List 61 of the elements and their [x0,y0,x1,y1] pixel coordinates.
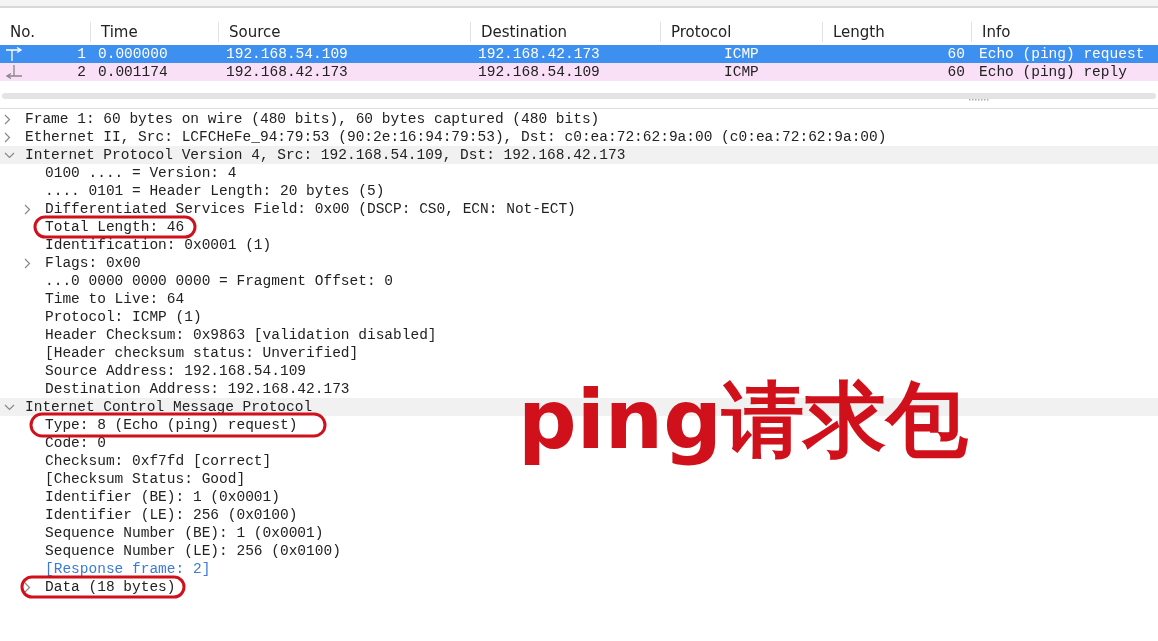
column-header[interactable]: Protocol [660,21,822,42]
detail-line: Ethernet II, Src: LCFCHeFe_94:79:53 (90:2e:16:94:79:53), Dst: c0:ea:72:62:9a:00 (c0:ea:72:62:9a:00) [25,130,887,144]
splitter-handle-icon[interactable] [969,99,989,102]
column-header[interactable]: Destination [470,21,660,42]
detail-line: Data (18 bytes) [45,580,176,594]
table-cell-text: 192.168.42.173 [225,63,349,81]
table-cell: 2 [77,64,86,80]
detail-line: Sequence Number (LE): 256 (0x0100) [45,544,341,558]
detail-line: Header Checksum: 0x9863 [validation disabled] [45,328,437,342]
chevron-down-icon[interactable] [4,151,15,159]
detail-line: Type: 8 (Echo (ping) request) [45,418,298,432]
request-arrow-icon [4,47,24,61]
detail-line: Flags: 0x00 [45,256,141,270]
packet-row[interactable]: 2 0.001174 192.168.42.173 192.168.54.109 ICMP 60 Echo (ping) reply [0,63,1158,81]
detail-line: [Header checksum status: Unverified] [45,346,359,360]
detail-line: Frame 1: 60 bytes on wire (480 bits), 60 bytes captured (480 bits) [25,112,600,126]
annotation-text: ping请求包 [518,371,968,469]
detail-line: Differentiated Services Field: 0x00 (DSCP: CS0, ECN: Not-ECT) [45,202,576,216]
table-cell-text: ICMP [723,45,760,63]
detail-line: Destination Address: 192.168.42.173 [45,382,350,396]
table-cell-text: 192.168.42.173 [477,45,601,63]
detail-line: Sequence Number (BE): 1 (0x0001) [45,526,324,540]
table-cell-text: 0.001174 [97,63,169,81]
chevron-right-icon[interactable] [4,113,11,125]
table-cell-text: 60 [946,45,966,63]
response-frame-link[interactable]: [Response frame: 2] [45,560,211,578]
table-cell-text: 192.168.54.109 [225,45,349,63]
column-header[interactable]: Source [218,21,470,42]
detail-line: Identification: 0x0001 (1) [45,238,272,252]
detail-line: 0100 .... = Version: 4 [45,166,237,180]
detail-line: Code: 0 [45,436,106,450]
detail-line: ...0 0000 0000 0000 = Fragment Offset: 0 [45,274,394,288]
table-cell-text: 60 [946,63,966,81]
table-cell-text: Echo (ping) request [978,45,1146,63]
detail-line: Internet Protocol Version 4, Src: 192.168.54.109, Dst: 192.168.42.173 [25,148,626,162]
detail-line: Total Length: 46 [45,220,185,234]
detail-line: Identifier (BE): 1 (0x0001) [45,490,280,504]
column-header[interactable]: Info [971,21,1158,42]
table-cell-text: 192.168.54.109 [477,63,601,81]
scrollbar[interactable] [2,93,1156,99]
table-cell-text: Echo (ping) reply [978,63,1128,81]
chevron-right-icon[interactable] [4,131,11,143]
detail-line: .... 0101 = Header Length: 20 bytes (5) [45,184,385,198]
detail-line: [Checksum Status: Good] [45,472,246,486]
chevron-down-icon[interactable] [4,403,15,411]
column-header[interactable]: Time [90,21,218,42]
chevron-right-icon[interactable] [24,257,31,269]
chevron-right-icon[interactable] [24,203,31,215]
column-header[interactable]: No. [0,21,90,42]
reply-arrow-icon [4,65,24,79]
detail-line: Checksum: 0xf7fd [correct] [45,454,272,468]
detail-line: Protocol: ICMP (1) [45,310,202,324]
detail-line: Internet Control Message Protocol [25,400,313,414]
chevron-right-icon[interactable] [24,581,31,593]
table-cell-text: ICMP [723,63,760,81]
detail-line: Time to Live: 64 [45,292,185,306]
table-cell-text: 0.000000 [97,45,169,63]
detail-line: Identifier (LE): 256 (0x0100) [45,508,298,522]
table-cell: 1 [77,46,86,62]
column-header[interactable]: Length [822,21,971,42]
detail-line: Source Address: 192.168.54.109 [45,364,307,378]
